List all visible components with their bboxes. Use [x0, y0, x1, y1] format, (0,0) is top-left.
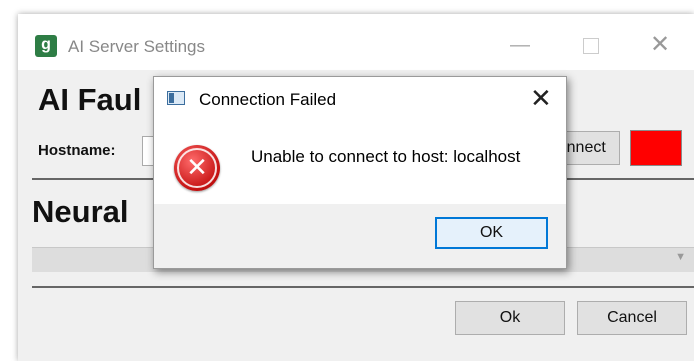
- hostname-label: Hostname:: [38, 142, 116, 159]
- connection-status-indicator: [630, 130, 682, 166]
- window-close-button[interactable]: ✕: [640, 30, 680, 60]
- dialog-footer: OK: [154, 204, 566, 268]
- connection-failed-dialog: Connection Failed ✕ ✕ Unable to connect …: [153, 76, 567, 269]
- maximize-button[interactable]: [570, 30, 610, 60]
- ok-button[interactable]: Ok: [455, 301, 565, 335]
- window-title: AI Server Settings: [68, 37, 206, 56]
- dialog-close-button[interactable]: ✕: [530, 83, 552, 113]
- dialog-ok-button[interactable]: OK: [435, 217, 548, 249]
- page-title: AI Faul: [38, 82, 142, 117]
- title-bar: g AI Server Settings — ✕: [18, 14, 694, 70]
- dialog-message: Unable to connect to host: localhost: [251, 147, 521, 166]
- window-icon: [167, 91, 185, 105]
- section-title: Neural: [32, 194, 129, 229]
- divider: [32, 286, 694, 288]
- app-icon: g: [35, 35, 57, 57]
- minimize-button[interactable]: —: [500, 30, 540, 60]
- error-icon: ✕: [174, 145, 220, 191]
- cancel-button[interactable]: Cancel: [577, 301, 687, 335]
- chevron-down-icon: ▼: [675, 251, 686, 263]
- dialog-title: Connection Failed: [199, 90, 337, 109]
